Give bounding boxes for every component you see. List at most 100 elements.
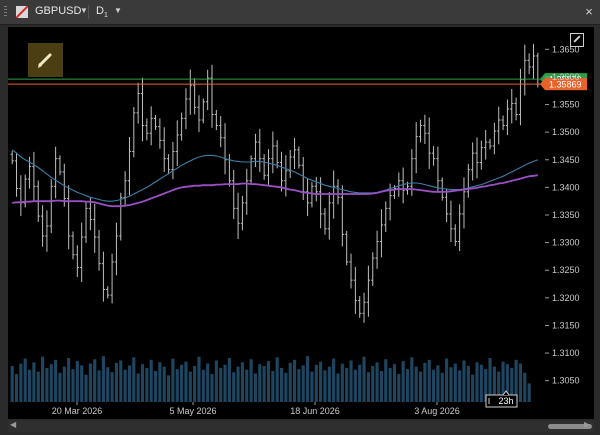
volume-bar — [88, 363, 92, 402]
ohlc-bar — [371, 252, 375, 286]
volume-bar — [36, 371, 40, 402]
ohlc-bar — [466, 163, 470, 198]
ohlc-bar — [80, 222, 84, 282]
volume-bar — [397, 374, 401, 402]
volume-bar — [19, 363, 23, 402]
volume-bar — [119, 360, 123, 402]
ohlc-bar — [101, 251, 106, 302]
ohlc-bar — [366, 265, 371, 317]
volume-bar — [232, 372, 236, 402]
ohlc-bar — [201, 98, 205, 124]
ohlc-bar — [458, 204, 462, 252]
ohlc-bar — [292, 137, 297, 170]
chart-settings-icon[interactable] — [570, 33, 584, 47]
volume-bar — [418, 371, 423, 402]
y-axis-tick-label: 1.3300 — [552, 238, 580, 248]
ohlc-bar — [518, 68, 523, 126]
volume-bar — [84, 374, 88, 402]
volume-bar — [123, 369, 127, 402]
volume-bar — [197, 356, 201, 402]
drawing-tool-button[interactable] — [28, 43, 63, 77]
horizontal-scrollbar[interactable]: ◀ ▶ — [8, 420, 594, 432]
ohlc-bar — [414, 122, 418, 174]
ohlc-bar — [71, 231, 75, 260]
volume-bar — [527, 383, 531, 402]
volume-bar — [427, 359, 431, 402]
y-axis-tick-label: 1.3150 — [552, 320, 580, 330]
scroll-right-icon[interactable]: ▶ — [584, 420, 590, 429]
volume-bar — [62, 366, 66, 402]
volume-bar — [414, 366, 418, 402]
ohlc-bar — [106, 286, 110, 299]
volume-bar — [388, 367, 392, 402]
volume-bar — [206, 363, 210, 402]
ohlc-bar — [214, 109, 218, 131]
volume-bar — [149, 359, 153, 402]
ohlc-bar — [384, 201, 388, 232]
scroll-left-icon[interactable]: ◀ — [10, 420, 16, 429]
volume-bar — [332, 358, 336, 402]
volume-bar — [110, 372, 114, 402]
ohlc-bar — [184, 88, 188, 130]
volume-bar — [97, 370, 101, 402]
ohlc-bar — [475, 137, 479, 179]
ohlc-bar — [379, 209, 384, 258]
volume-bar — [445, 358, 449, 402]
volume-bar — [340, 363, 344, 402]
ohlc-bar — [353, 266, 357, 314]
ohlc-bar — [514, 97, 518, 121]
ohlc-bar — [236, 192, 240, 240]
ohlc-bar — [240, 195, 245, 231]
price-chart: 1.358701.358691.36501.36001.35501.35001.… — [8, 43, 587, 416]
ohlc-bar — [123, 171, 127, 207]
volume-bar — [262, 366, 266, 402]
ohlc-bar — [336, 179, 340, 205]
pencil-icon — [38, 53, 52, 68]
ohlc-bar — [453, 224, 457, 247]
volume-bar — [453, 363, 457, 402]
volume-bar — [462, 360, 466, 402]
ohlc-bar — [492, 122, 496, 155]
ohlc-bar — [497, 106, 501, 145]
volume-bar — [101, 356, 105, 402]
ohlc-bar — [153, 115, 158, 130]
ohlc-bar — [193, 78, 197, 115]
volume-bar — [245, 369, 249, 402]
ohlc-bar — [140, 77, 145, 142]
volume-bar — [297, 369, 301, 402]
ohlc-bar — [397, 172, 401, 197]
volume-bar — [210, 374, 214, 402]
ohlc-bar — [84, 202, 88, 243]
volume-bar — [327, 366, 331, 402]
volume-bar — [258, 364, 262, 402]
volume-bar — [75, 361, 79, 402]
volume-bar — [310, 371, 314, 402]
ohlc-bar — [284, 155, 288, 197]
ohlc-bar — [484, 130, 488, 160]
volume-bar — [410, 357, 414, 402]
volume-bar — [167, 375, 171, 402]
y-axis-tick-label: 1.3600 — [552, 72, 580, 82]
ohlc-bar — [288, 149, 292, 178]
volume-bar — [80, 365, 84, 402]
volume-bar — [366, 372, 370, 402]
ohlc-bar — [136, 82, 140, 124]
volume-bar — [193, 366, 197, 402]
volume-bar — [136, 373, 140, 402]
volume-bar — [127, 365, 132, 402]
candle-countdown-label: 23h — [498, 396, 513, 406]
volume-bar — [23, 358, 27, 402]
ohlc-bar — [362, 292, 366, 323]
ohlc-bar — [40, 205, 45, 247]
y-axis-tick-label: 1.3250 — [552, 265, 580, 275]
volume-bar — [371, 366, 375, 402]
ohlc-bar — [132, 107, 136, 158]
volume-bar — [201, 369, 205, 402]
chart-window: GBPUSD ▼ D 1 ▼ × 1.358701.358691.36501.3… — [0, 0, 600, 435]
volume-bar — [392, 364, 397, 402]
ohlc-bar — [305, 178, 310, 217]
volume-bar — [384, 359, 388, 402]
volume-bar — [49, 364, 53, 402]
ohlc-bar — [505, 99, 510, 136]
volume-bar — [436, 365, 440, 402]
